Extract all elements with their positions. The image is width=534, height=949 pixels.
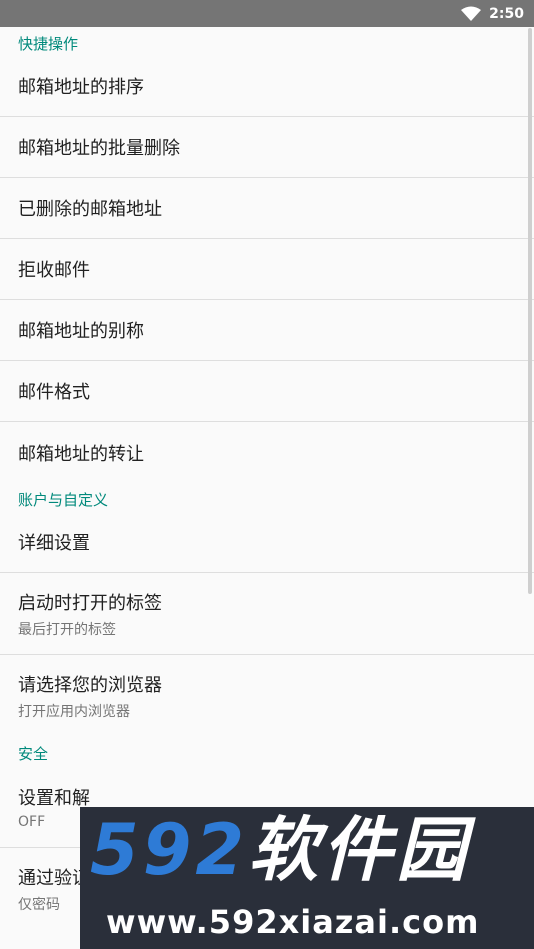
setting-title: 详细设置 <box>18 533 90 554</box>
setting-email-transfer[interactable]: 邮箱地址的转让 <box>0 422 534 483</box>
setting-reject-mail[interactable]: 拒收邮件 <box>0 239 534 300</box>
setting-title: 已删除的邮箱地址 <box>18 199 162 220</box>
scrollbar[interactable] <box>528 28 532 594</box>
setting-email-alias[interactable]: 邮箱地址的别称 <box>0 300 534 361</box>
setting-title: 邮箱地址的转让 <box>18 443 144 465</box>
watermark: 592软件园 www.592xiazai.com <box>80 807 534 949</box>
status-bar: 2:50 <box>0 0 534 27</box>
section-header-account: 账户与自定义 <box>18 491 109 509</box>
status-time: 2:50 <box>489 5 524 22</box>
setting-title: 邮件格式 <box>18 382 90 403</box>
setting-title: 请选择您的浏览器 <box>18 675 162 696</box>
watermark-logo-digits: 592 <box>90 809 249 891</box>
setting-title: 设置和解 <box>18 787 90 809</box>
watermark-url: www.592xiazai.com <box>106 903 480 941</box>
setting-detailed-settings[interactable]: 详细设置 <box>0 512 534 573</box>
setting-summary: 打开应用内浏览器 <box>18 704 130 720</box>
setting-email-batch-delete[interactable]: 邮箱地址的批量删除 <box>0 117 534 178</box>
setting-startup-tab[interactable]: 启动时打开的标签 最后打开的标签 <box>0 573 534 655</box>
section-header-security: 安全 <box>18 745 49 763</box>
setting-email-sort[interactable]: 邮箱地址的排序 <box>0 56 534 117</box>
setting-title: 启动时打开的标签 <box>18 592 162 614</box>
setting-title: 邮箱地址的排序 <box>18 77 144 98</box>
watermark-logo-text: 软件园 <box>248 809 471 891</box>
setting-browser-choice[interactable]: 请选择您的浏览器 打开应用内浏览器 <box>0 655 534 737</box>
section-header-quick-actions: 快捷操作 <box>18 35 79 53</box>
setting-title: 拒收邮件 <box>18 260 90 281</box>
setting-summary: 最后打开的标签 <box>18 621 116 638</box>
settings-list: 快捷操作 邮箱地址的排序 邮箱地址的批量删除 已删除的邮箱地址 拒收邮件 邮箱地… <box>0 27 534 930</box>
setting-title: 邮箱地址的批量删除 <box>18 138 180 159</box>
setting-deleted-emails[interactable]: 已删除的邮箱地址 <box>0 178 534 239</box>
wifi-icon <box>461 6 482 21</box>
watermark-logo: 592软件园 <box>90 815 470 885</box>
setting-title: 邮箱地址的别称 <box>18 321 144 342</box>
setting-mail-format[interactable]: 邮件格式 <box>0 361 534 422</box>
